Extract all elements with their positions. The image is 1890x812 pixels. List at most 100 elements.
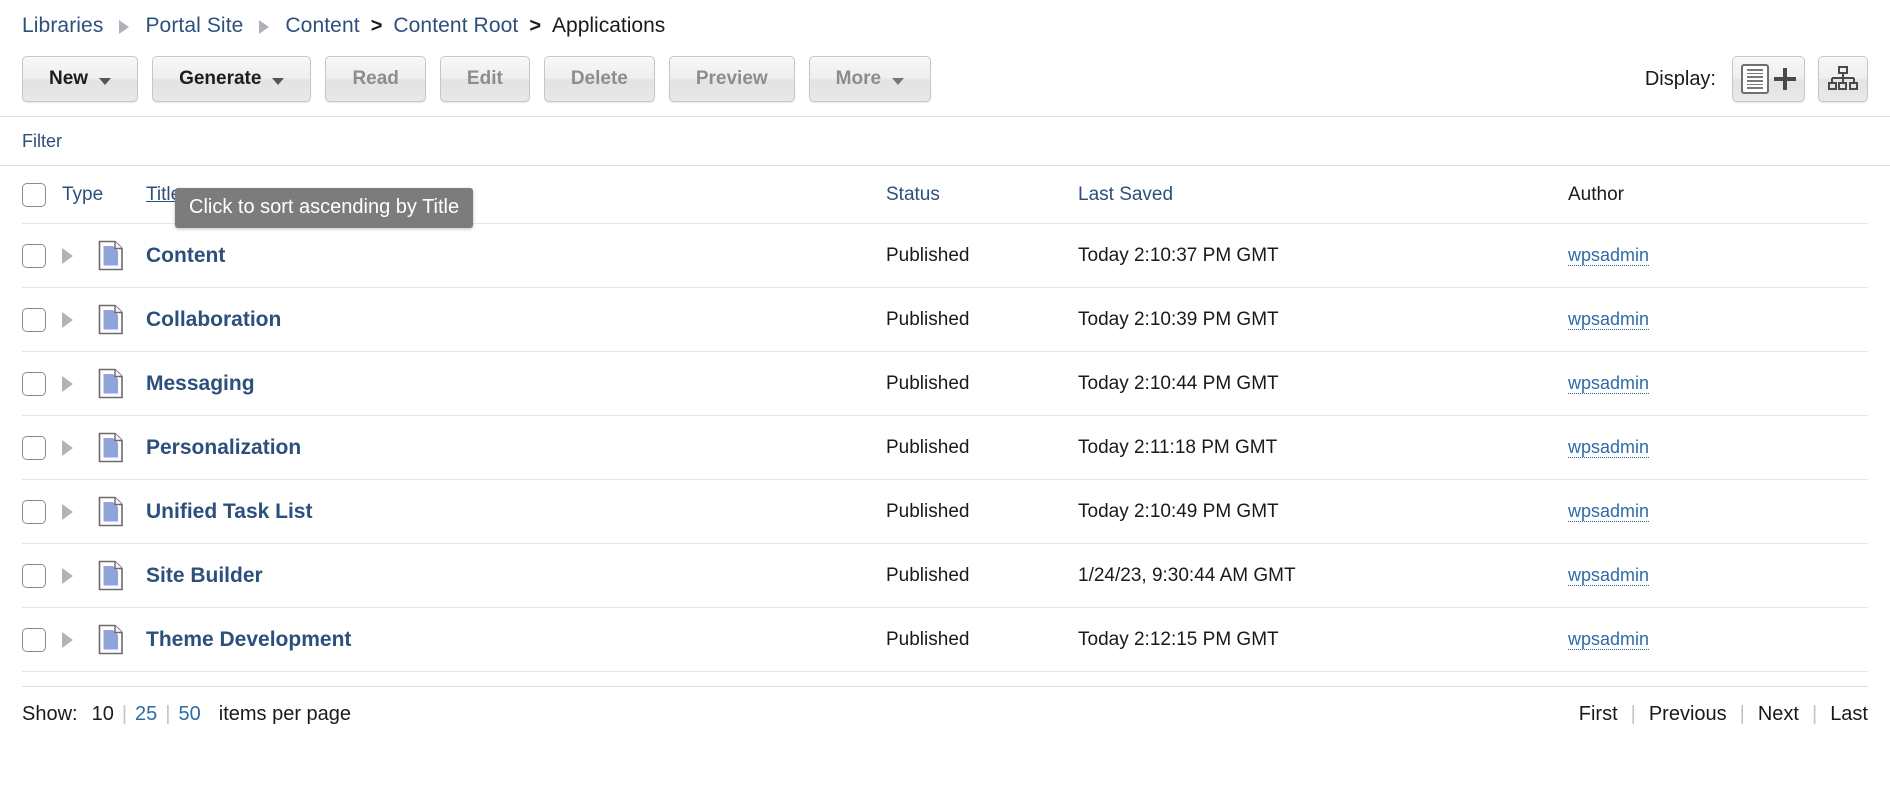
column-header-title[interactable]: Title — [146, 184, 181, 205]
row-checkbox[interactable] — [22, 435, 46, 460]
edit-button[interactable]: Edit — [439, 56, 530, 102]
column-header-last-saved-cell: Last Saved — [1078, 184, 1568, 206]
row-checkbox[interactable] — [22, 499, 46, 524]
row-expand-cell — [62, 247, 98, 264]
chevron-down-icon — [272, 77, 285, 85]
document-icon — [98, 240, 123, 271]
breadcrumb-item-content-root[interactable]: Content Root — [393, 14, 518, 38]
row-author-link[interactable]: wpsadmin — [1568, 437, 1650, 458]
row-checkbox[interactable] — [22, 243, 46, 268]
display-option-list-plus[interactable] — [1732, 56, 1805, 102]
document-icon — [98, 560, 123, 591]
table-row[interactable]: Theme Development Published Today 2:12:15 … — [22, 608, 1868, 672]
row-checkbox[interactable] — [22, 307, 46, 332]
page-size-25[interactable]: 25 — [127, 703, 165, 725]
row-last-saved: Today 2:12:15 PM GMT — [1078, 628, 1279, 650]
document-icon — [98, 368, 123, 399]
table-row[interactable]: Collaboration Published Today 2:10:39 PM G… — [22, 288, 1868, 352]
read-button[interactable]: Read — [325, 56, 426, 102]
expand-triangle-icon[interactable] — [62, 247, 73, 264]
row-author-link[interactable]: wpsadmin — [1568, 629, 1650, 650]
column-header-status-cell: Status — [886, 184, 1078, 206]
column-header-last-saved[interactable]: Last Saved — [1078, 184, 1173, 205]
breadcrumb-separator-gt: > — [529, 14, 542, 37]
row-title-link[interactable]: Site Builder — [146, 564, 263, 587]
row-author-cell: wpsadmin — [1568, 245, 1868, 266]
new-button[interactable]: New — [22, 56, 139, 102]
expand-triangle-icon[interactable] — [62, 631, 73, 648]
row-status: Published — [886, 628, 970, 650]
row-status: Published — [886, 308, 970, 330]
row-author-link[interactable]: wpsadmin — [1568, 373, 1650, 394]
row-last-saved: Today 2:11:18 PM GMT — [1078, 436, 1278, 458]
toolbar: New Generate Read Edit Delete Preview More Dis… — [0, 48, 1890, 117]
filter-link[interactable]: Filter — [22, 131, 62, 151]
button-label: Read — [352, 68, 399, 89]
delete-button[interactable]: Delete — [543, 56, 655, 102]
preview-button[interactable]: Preview — [668, 56, 795, 102]
table-row[interactable]: Site Builder Published 1/24/23, 9:30:44 AM… — [22, 544, 1868, 608]
chevron-down-icon — [99, 77, 112, 85]
row-last-saved: 1/24/23, 9:30:44 AM GMT — [1078, 564, 1296, 586]
row-title-cell: Messaging — [146, 372, 886, 396]
list-plus-icon — [1741, 64, 1796, 94]
pagination-bar: Show: 10 | 25 | 50 items per page First | Prev… — [0, 687, 1890, 726]
breadcrumb-item-libraries[interactable]: Libraries — [22, 14, 103, 38]
row-expand-cell — [62, 439, 98, 456]
breadcrumb-separator-arrow-icon — [259, 20, 270, 34]
column-header-type[interactable]: Type — [62, 184, 103, 206]
display-controls: Display: — [1645, 56, 1868, 102]
row-status: Published — [886, 436, 970, 458]
expand-triangle-icon[interactable] — [62, 503, 73, 520]
page-size-50[interactable]: 50 — [171, 703, 209, 725]
expand-triangle-icon[interactable] — [62, 375, 73, 392]
button-label: New — [49, 68, 89, 89]
expand-triangle-icon[interactable] — [62, 439, 73, 456]
table-row[interactable]: Messaging Published Today 2:10:44 PM GMT wp… — [22, 352, 1868, 416]
row-checkbox[interactable] — [22, 563, 46, 588]
select-all-checkbox[interactable] — [22, 182, 46, 207]
row-type-cell — [98, 560, 146, 591]
row-checkbox[interactable] — [22, 371, 46, 396]
row-title-cell: Site Builder — [146, 564, 886, 588]
row-author-link[interactable]: wpsadmin — [1568, 565, 1650, 586]
button-label: Edit — [466, 68, 503, 89]
breadcrumb-item-content[interactable]: Content — [285, 14, 359, 38]
table-row[interactable]: Content Published Today 2:10:37 PM GMT wpsa… — [22, 224, 1868, 288]
row-author-link[interactable]: wpsadmin — [1568, 309, 1650, 330]
row-select-cell — [22, 307, 62, 332]
row-last-saved: Today 2:10:44 PM GMT — [1078, 372, 1279, 394]
row-title-link[interactable]: Theme Development — [146, 628, 351, 651]
table-row[interactable]: Personalization Published Today 2:11:18 PM… — [22, 416, 1868, 480]
display-option-hierarchy[interactable] — [1818, 56, 1868, 102]
hierarchy-tree-icon — [1828, 66, 1858, 90]
breadcrumb-item-portal-site[interactable]: Portal Site — [145, 14, 243, 38]
row-title-link[interactable]: Messaging — [146, 372, 255, 395]
column-header-author: Author — [1568, 183, 1624, 205]
row-title-link[interactable]: Collaboration — [146, 308, 281, 331]
document-icon — [98, 496, 123, 527]
more-button[interactable]: More — [808, 56, 932, 102]
expand-triangle-icon[interactable] — [62, 311, 73, 328]
page-nav-previous: Previous — [1648, 703, 1727, 725]
plus-icon — [1774, 68, 1796, 90]
row-checkbox[interactable] — [22, 627, 46, 652]
row-expand-cell — [62, 567, 98, 584]
button-label: More — [835, 68, 882, 89]
expand-triangle-icon[interactable] — [62, 567, 73, 584]
page-size-options: 10 | 25 | 50 — [84, 703, 209, 726]
row-title-link[interactable]: Unified Task List — [146, 500, 312, 523]
row-title-link[interactable]: Content — [146, 244, 225, 267]
row-type-cell — [98, 240, 146, 271]
table-row[interactable]: Unified Task List Published Today 2:10:49 … — [22, 480, 1868, 544]
page-nav-last: Last — [1830, 703, 1868, 725]
row-expand-cell — [62, 631, 98, 648]
column-header-status[interactable]: Status — [886, 184, 940, 205]
row-title-link[interactable]: Personalization — [146, 436, 301, 459]
row-author-link[interactable]: wpsadmin — [1568, 501, 1650, 522]
page-nav-next: Next — [1757, 703, 1799, 725]
row-title-cell: Collaboration — [146, 308, 886, 332]
generate-button[interactable]: Generate — [152, 56, 312, 102]
row-author-cell: wpsadmin — [1568, 373, 1868, 394]
row-author-link[interactable]: wpsadmin — [1568, 245, 1650, 266]
